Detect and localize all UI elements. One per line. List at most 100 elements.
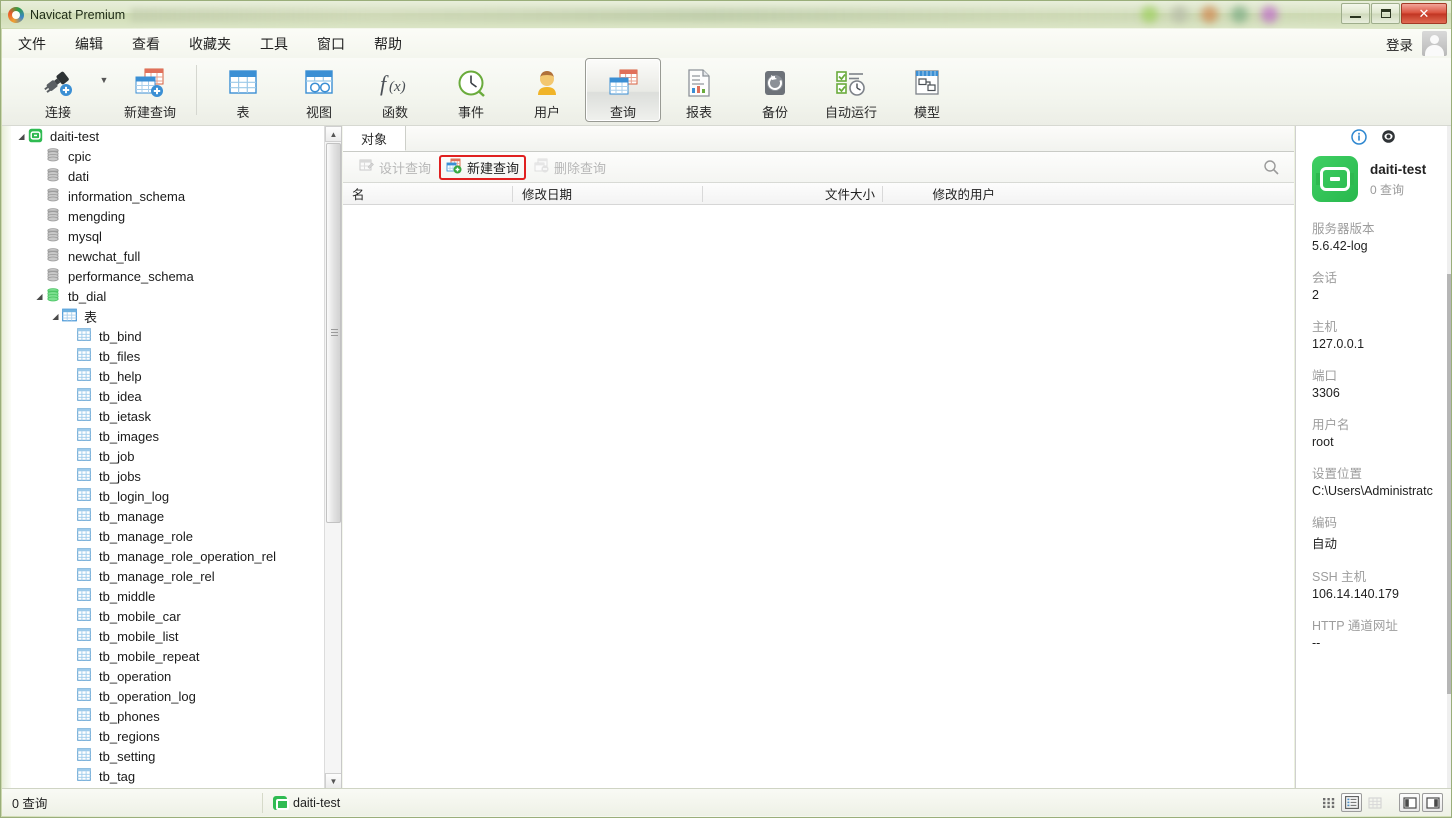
toolbar-event[interactable]: 事件 — [433, 58, 509, 122]
grid-view-button[interactable] — [1318, 793, 1339, 812]
tree-node-table[interactable]: tb_images — [11, 426, 323, 446]
status-query-count: 0 查询 — [12, 797, 48, 811]
tree-node-table[interactable]: tb_job — [11, 446, 323, 466]
menu-favorites[interactable]: 收藏夹 — [176, 30, 244, 58]
toolbar-backup[interactable]: 备份 — [737, 58, 813, 122]
toggle-right-panel-button[interactable] — [1422, 793, 1443, 812]
tree-node-connection[interactable]: ◢ daiti-test — [11, 126, 323, 146]
maximize-button[interactable] — [1371, 3, 1400, 24]
tree-node-table[interactable]: tb_idea — [11, 386, 323, 406]
tree-node-table[interactable]: tb_tag — [11, 766, 323, 786]
column-header[interactable]: 名 — [343, 183, 513, 205]
search-magnifier-icon[interactable] — [1263, 159, 1280, 176]
menu-file[interactable]: 文件 — [5, 30, 59, 58]
sidebar-scrollbar[interactable]: ▲ ▼ — [324, 126, 341, 789]
menu-help[interactable]: 帮助 — [361, 30, 415, 58]
tree-node-table[interactable]: tb_mobile_list — [11, 626, 323, 646]
menu-edit[interactable]: 编辑 — [62, 30, 116, 58]
tree-node-database[interactable]: dati — [11, 166, 323, 186]
toolbar-connection-label: 连接 — [44, 105, 71, 120]
toolbar-connection[interactable]: 连接 — [20, 58, 96, 122]
automation-schedule-icon — [834, 65, 868, 101]
tree-node-table[interactable]: tb_jobs — [11, 466, 323, 486]
tree-node-database[interactable]: ◢ tb_dial — [11, 286, 323, 306]
tree-node-table[interactable]: tb_login_log — [11, 486, 323, 506]
delete-query-button[interactable]: 删除查询 — [526, 154, 614, 181]
info-panel-scrollbar[interactable] — [1447, 126, 1451, 789]
tree-node-database[interactable]: information_schema — [11, 186, 323, 206]
chevron-expanded-icon[interactable]: ◢ — [49, 310, 62, 323]
toolbar-automation[interactable]: 自动运行 — [813, 58, 889, 122]
list-view-button[interactable] — [1341, 793, 1362, 812]
toolbar-table[interactable]: 表 — [205, 58, 281, 122]
toolbar-report[interactable]: 报表 — [661, 58, 737, 122]
tree-node-tables-group[interactable]: ◢ 表 — [11, 306, 323, 326]
toolbar-user[interactable]: 用户 — [509, 58, 585, 122]
toolbar-view[interactable]: 视图 — [281, 58, 357, 122]
table-item-icon — [77, 488, 94, 504]
tree-node-database[interactable]: cpic — [11, 146, 323, 166]
tree-node-table[interactable]: tb_files — [11, 346, 323, 366]
object-list-body[interactable] — [343, 205, 1294, 789]
tree-node-table[interactable]: tb_operation — [11, 666, 323, 686]
tree-node-table[interactable]: tb_manage_role — [11, 526, 323, 546]
tab-objects[interactable]: 对象 — [343, 126, 407, 151]
info-circle-icon[interactable] — [1351, 128, 1367, 150]
minimize-button[interactable] — [1341, 3, 1370, 24]
tree-node-table[interactable]: tb_setting — [11, 746, 323, 766]
table-item-icon — [77, 348, 94, 364]
avatar[interactable] — [1422, 31, 1447, 56]
info-field-key: 主机 — [1312, 320, 1338, 334]
column-header[interactable]: 修改日期 — [513, 183, 703, 205]
info-field-key: 编码 — [1312, 516, 1338, 530]
toolbar-function[interactable]: f (x) 函数 — [357, 58, 433, 122]
new-query-button[interactable]: 新建查询 — [439, 154, 527, 180]
info-panel-field-list: 服务器版本 5.6.42-log 会话 2 主机 127.0.0.1 端口 3306 用户名 ro… — [1296, 202, 1451, 650]
sidebar-scroll-thumb[interactable] — [326, 143, 341, 523]
design-query-button[interactable]: 设计查询 — [351, 154, 439, 181]
tree-node-database[interactable]: mengding — [11, 206, 323, 226]
tree-node-table[interactable]: tb_manage — [11, 506, 323, 526]
detail-view-button[interactable] — [1364, 793, 1385, 812]
toolbar-model[interactable]: 模型 — [889, 58, 965, 122]
tree-node-table[interactable]: tb_bind — [11, 326, 323, 346]
connection-dropdown-chevron-down-icon[interactable]: ▼ — [96, 58, 112, 118]
tree-node-table[interactable]: tb_ietask — [11, 406, 323, 426]
close-button[interactable]: ✕ — [1401, 3, 1447, 24]
tree-node-database[interactable]: mysql — [11, 226, 323, 246]
menu-view[interactable]: 查看 — [119, 30, 173, 58]
info-field-key: 端口 — [1312, 369, 1338, 383]
login-link[interactable]: 登录 — [1386, 34, 1413, 54]
toggle-left-panel-button[interactable] — [1399, 793, 1420, 812]
column-header[interactable]: 文件大小 — [703, 183, 883, 205]
design-query-label: 设计查询 — [379, 160, 432, 176]
tree-node-database[interactable]: newchat_full — [11, 246, 323, 266]
object-toolbar: 设计查询 新建查询 删除查询 — [343, 152, 1294, 183]
tree-node-label: cpic — [68, 148, 92, 164]
new-query-plus-icon — [446, 158, 462, 177]
chevron-expanded-icon[interactable]: ◢ — [15, 130, 28, 143]
chevron-expanded-icon[interactable]: ◢ — [33, 290, 46, 303]
menu-window[interactable]: 窗口 — [304, 30, 358, 58]
object-tabstrip: 对象 — [343, 126, 1294, 152]
tree-node-table[interactable]: tb_operation_log — [11, 686, 323, 706]
menu-tools[interactable]: 工具 — [247, 30, 301, 58]
tree-node-database[interactable]: performance_schema — [11, 266, 323, 286]
scroll-down-arrow-icon[interactable]: ▼ — [325, 773, 341, 789]
tree-node-table[interactable]: tb_mobile_car — [11, 606, 323, 626]
tree-node-table[interactable]: tb_middle — [11, 586, 323, 606]
toolbar-new-query[interactable]: 新建查询 — [112, 58, 188, 122]
tree-node-table[interactable]: tb_manage_role_rel — [11, 566, 323, 586]
tree-node-label: tb_files — [99, 348, 141, 364]
tables-folder-icon — [62, 308, 79, 324]
toolbar-query[interactable]: 查询 — [585, 58, 661, 122]
column-header[interactable]: 修改的用户 — [883, 183, 1003, 205]
tree-node-label: tb_dial — [68, 288, 107, 304]
tree-node-table[interactable]: tb_regions — [11, 726, 323, 746]
tree-node-table[interactable]: tb_manage_role_operation_rel — [11, 546, 323, 566]
tree-node-table[interactable]: tb_phones — [11, 706, 323, 726]
scroll-up-arrow-icon[interactable]: ▲ — [325, 126, 341, 142]
tree-node-table[interactable]: tb_mobile_repeat — [11, 646, 323, 666]
eye-target-icon[interactable] — [1381, 129, 1396, 149]
tree-node-table[interactable]: tb_help — [11, 366, 323, 386]
